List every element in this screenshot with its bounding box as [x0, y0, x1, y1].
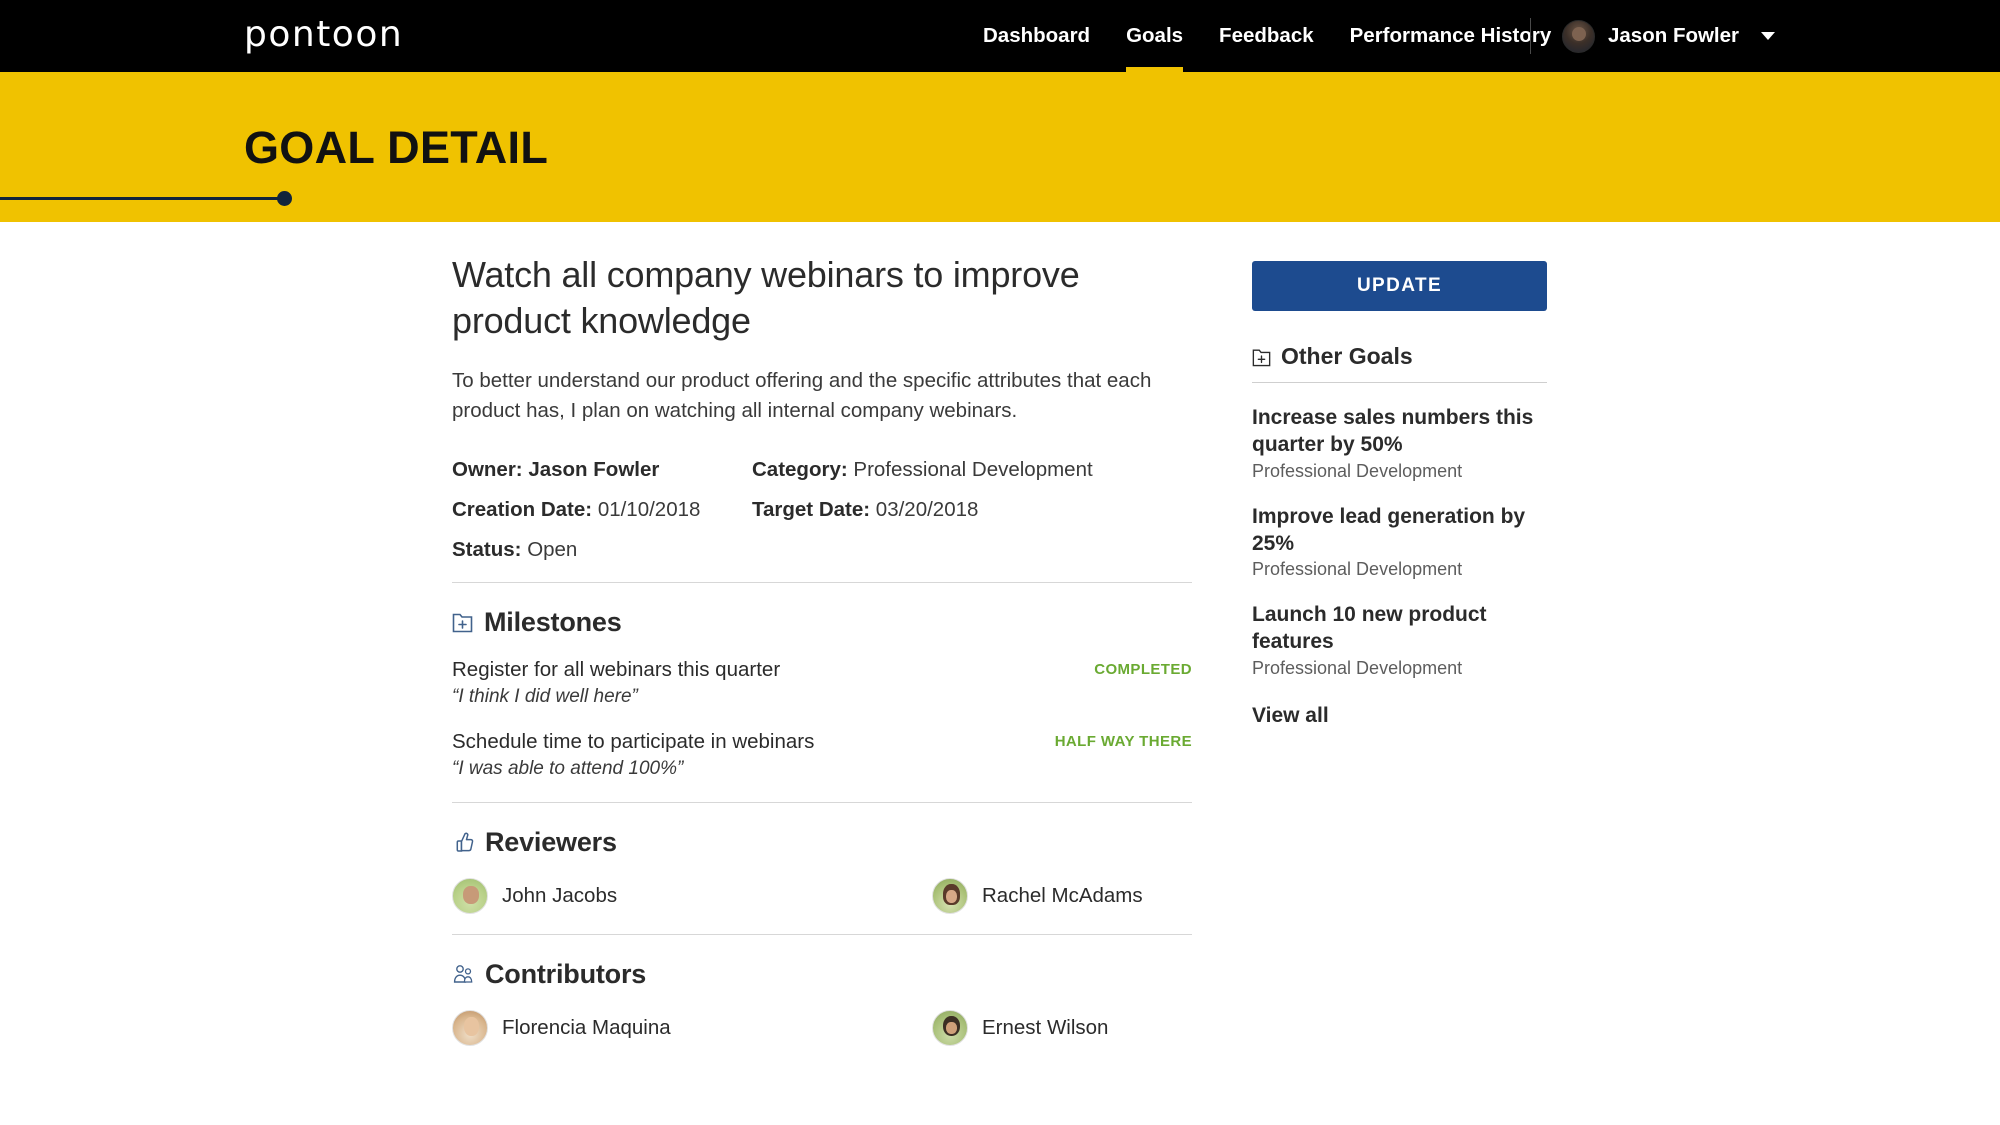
nav-item-goals[interactable]: Goals	[1108, 0, 1201, 72]
banner-progress-line	[0, 197, 285, 200]
page-title: GOAL DETAIL	[244, 122, 549, 173]
other-goal-category: Professional Development	[1252, 460, 1463, 481]
milestone-quote: “I think I did well here”	[452, 685, 638, 707]
reviewer-name: Rachel McAdams	[982, 883, 1143, 907]
section-divider	[452, 581, 1192, 583]
contributor-name: Florencia Maquina	[502, 1015, 671, 1039]
avatar	[452, 1009, 488, 1046]
other-goal-title: Increase sales numbers this quarter by 5…	[1252, 406, 1534, 457]
reviewers-heading: Reviewers	[485, 826, 617, 857]
category-label: Category:	[752, 457, 848, 481]
user-name-label: Jason Fowler	[1608, 24, 1740, 47]
creation-date-value: 01/10/2018	[597, 497, 701, 521]
goal-metadata: Owner: Jason Fowler Category: Profession…	[452, 458, 1192, 562]
avatar	[1562, 19, 1595, 53]
target-date-value: 03/20/2018	[875, 497, 979, 521]
people-group-icon	[452, 963, 474, 985]
view-all-link[interactable]: View all	[1252, 704, 1329, 728]
contributors-heading: Contributors	[485, 958, 647, 989]
status-value: Open	[527, 537, 578, 561]
milestone-quote: “I was able to attend 100%”	[452, 757, 684, 779]
status-field: Status: Open	[452, 538, 752, 562]
user-menu[interactable]: Jason Fowler	[1562, 0, 1776, 72]
owner-field: Owner: Jason Fowler	[452, 458, 752, 482]
avatar	[932, 1009, 968, 1046]
target-date-label: Target Date:	[752, 497, 871, 521]
milestone-item[interactable]: Register for all webinars this quarter “…	[452, 658, 1192, 708]
contributor-item[interactable]: Florencia Maquina	[452, 1009, 932, 1046]
reviewer-name: John Jacobs	[502, 883, 618, 907]
chevron-down-icon	[1761, 32, 1776, 40]
goal-detail-main: Watch all company webinars to improve pr…	[452, 252, 1192, 1054]
metadata-row: Status: Open	[452, 538, 1192, 562]
contributors-header: Contributors	[452, 959, 1192, 990]
other-goal-item[interactable]: Increase sales numbers this quarter by 5…	[1252, 404, 1547, 482]
nav-item-dashboard[interactable]: Dashboard	[965, 0, 1108, 72]
primary-nav: Dashboard Goals Feedback Performance His…	[965, 0, 1569, 72]
other-goal-title: Improve lead generation by 25%	[1252, 504, 1526, 555]
other-goal-category: Professional Development	[1252, 657, 1463, 678]
creation-date-field: Creation Date: 01/10/2018	[452, 498, 752, 522]
contributor-item[interactable]: Ernest Wilson	[932, 1009, 1109, 1046]
other-goal-title: Launch 10 new product features	[1252, 603, 1487, 654]
reviewers-header: Reviewers	[452, 827, 1192, 858]
other-goals-header: Other Goals	[1252, 343, 1547, 370]
goal-sidebar: UPDATE Other Goals Increase sales number…	[1252, 261, 1547, 728]
update-button[interactable]: UPDATE	[1252, 261, 1547, 311]
other-goal-category: Professional Development	[1252, 559, 1463, 580]
avatar	[932, 877, 968, 914]
nav-separator	[1530, 18, 1531, 54]
target-date-field: Target Date: 03/20/2018	[752, 498, 978, 522]
section-divider	[452, 933, 1192, 935]
add-document-icon	[452, 611, 473, 633]
section-divider	[452, 801, 1192, 803]
banner-progress-dot	[277, 191, 292, 206]
page-banner: GOAL DETAIL	[0, 72, 2000, 222]
other-goal-item[interactable]: Improve lead generation by 25% Professio…	[1252, 503, 1547, 581]
category-value: Professional Development	[853, 457, 1093, 481]
contributor-name: Ernest Wilson	[982, 1015, 1109, 1039]
status-label: Status:	[452, 537, 522, 561]
nav-item-feedback[interactable]: Feedback	[1201, 0, 1332, 72]
metadata-row: Owner: Jason Fowler Category: Profession…	[452, 458, 1192, 482]
category-field: Category: Professional Development	[752, 458, 1093, 482]
milestones-heading: Milestones	[484, 606, 622, 637]
top-navigation-bar: pontoon Dashboard Goals Feedback Perform…	[0, 0, 2000, 72]
sidebar-divider	[1252, 382, 1547, 383]
reviewer-item[interactable]: Rachel McAdams	[932, 877, 1143, 914]
add-document-icon	[1252, 347, 1271, 367]
goal-title: Watch all company webinars to improve pr…	[452, 254, 1080, 342]
contributors-list: Florencia Maquina Ernest Wilson	[452, 1009, 1192, 1046]
goal-description: To better understand our product offerin…	[452, 369, 1152, 422]
creation-date-label: Creation Date:	[452, 497, 593, 521]
owner-value: Jason Fowler	[528, 457, 660, 481]
owner-label: Owner:	[452, 457, 523, 481]
milestone-status-badge: COMPLETED	[1094, 660, 1192, 678]
other-goals-heading: Other Goals	[1281, 343, 1413, 369]
milestone-item[interactable]: Schedule time to participate in webinars…	[452, 730, 1192, 780]
reviewer-item[interactable]: John Jacobs	[452, 877, 932, 914]
milestone-status-badge: HALF WAY THERE	[1054, 732, 1192, 750]
thumbs-up-icon	[452, 831, 474, 853]
reviewers-list: John Jacobs Rachel McAdams	[452, 877, 1192, 914]
brand-logo[interactable]: pontoon	[244, 14, 403, 55]
milestones-header: Milestones	[452, 607, 1192, 638]
nav-item-performance-history[interactable]: Performance History	[1332, 0, 1570, 72]
milestone-title: Register for all webinars this quarter	[452, 657, 781, 681]
avatar	[452, 877, 488, 914]
metadata-row: Creation Date: 01/10/2018 Target Date: 0…	[452, 498, 1192, 522]
other-goal-item[interactable]: Launch 10 new product features Professio…	[1252, 601, 1547, 679]
